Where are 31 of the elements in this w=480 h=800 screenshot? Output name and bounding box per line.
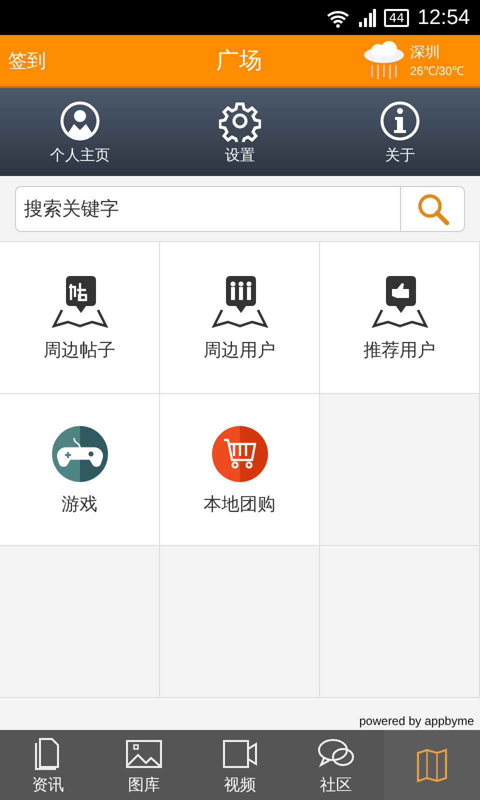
search-icon [416,192,450,226]
gamepad-icon [50,424,110,484]
search-field[interactable]: 搜索关键字 [15,186,400,232]
temperature: 26℃/30℃ [410,62,464,78]
grid-tile[interactable]: 周边帖子 [0,242,160,394]
tab-button[interactable]: 社区 [288,730,384,800]
map-people-icon [210,274,270,330]
page-title: 广场 [216,47,262,76]
city-name: 深圳 [410,42,441,62]
settings-icon [219,100,261,142]
profile-icon [59,100,101,142]
map-thumb-icon [370,274,430,330]
tab-button[interactable] [384,730,480,800]
info-icon [379,100,421,142]
clock: 12:54 [417,6,470,30]
shopping-cart-icon [210,424,270,484]
grid-tile[interactable]: 本地团购 [160,394,320,546]
nav-button[interactable]: 设置 [160,88,320,176]
grid-tile[interactable]: 周边用户 [160,242,320,394]
nav-button[interactable]: 关于 [320,88,480,176]
tab-button[interactable]: 视频 [192,730,288,800]
grid-tile[interactable]: 游戏 [0,394,160,546]
tab-button[interactable]: 资讯 [0,730,96,800]
battery-level: 44 [384,8,410,26]
grid-tile[interactable]: 推荐用户 [320,242,480,394]
search-button[interactable] [400,186,465,232]
signal-icon [358,8,376,28]
powered-by-text: powered by appbyme [358,713,475,730]
map-post-icon [50,274,110,330]
nav-button[interactable]: 个人主页 [0,88,160,176]
tab-button[interactable]: 图库 [96,730,192,800]
